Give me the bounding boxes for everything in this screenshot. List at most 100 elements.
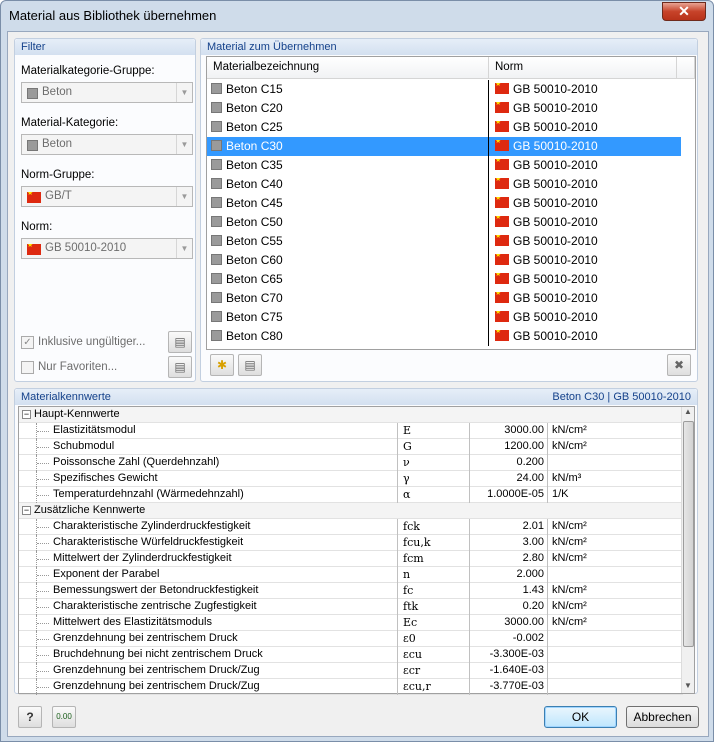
column-header-filler — [677, 57, 695, 79]
property-value[interactable]: 1.43 — [469, 583, 547, 599]
section-row[interactable]: − Haupt-Kennwerte — [19, 407, 683, 423]
norm-group-combo[interactable]: GB/T ▼ — [21, 186, 193, 207]
edit-filter-button[interactable]: ▤ — [168, 331, 192, 353]
property-value[interactable]: 0.200 — [469, 455, 547, 471]
property-row[interactable]: Grenzdehnung bei zentrischem Druck/Zug εc… — [19, 663, 683, 679]
property-unit: kN/cm² — [547, 519, 683, 535]
material-row[interactable]: Beton C55 GB 50010-2010 — [207, 232, 681, 251]
material-list[interactable]: Materialbezeichnung Norm Beton C15 GB 500… — [206, 56, 696, 350]
property-row[interactable]: Bemessungswert der Betondruckfestigkeit f… — [19, 583, 683, 599]
column-separator — [488, 232, 489, 251]
material-row[interactable]: Beton C70 GB 50010-2010 — [207, 289, 681, 308]
property-unit — [547, 631, 683, 647]
material-row[interactable]: Beton C30 GB 50010-2010 — [207, 137, 681, 156]
material-row[interactable]: Beton C50 GB 50010-2010 — [207, 213, 681, 232]
china-flag-icon — [495, 197, 509, 208]
property-row[interactable]: Temperaturdehnzahl (Wärmedehnzahl) α 1.000… — [19, 487, 683, 503]
property-row[interactable]: Grenzdehnung bei zentrischem Druck/Zug εc… — [19, 679, 683, 695]
cancel-button[interactable]: Abbrechen — [626, 706, 699, 728]
property-value[interactable]: -0.002 — [469, 631, 547, 647]
scroll-up-icon[interactable]: ▲ — [684, 407, 692, 416]
property-value[interactable]: 3000.00 — [469, 423, 547, 439]
edit-material-button[interactable]: ▤ — [238, 354, 262, 376]
material-row[interactable]: Beton C80 GB 50010-2010 — [207, 327, 681, 346]
collapse-icon[interactable]: − — [22, 506, 31, 515]
property-row[interactable]: Mittelwert des Elastizitätsmoduls Ec 3000.… — [19, 615, 683, 631]
china-flag-icon — [495, 216, 509, 227]
vertical-scrollbar[interactable]: ▲ ▼ — [681, 407, 694, 693]
property-value[interactable]: 1200.00 — [469, 439, 547, 455]
property-value[interactable]: -3.770E-03 — [469, 679, 547, 695]
help-button[interactable]: ? — [18, 706, 42, 728]
new-material-button[interactable]: ✱ — [210, 354, 234, 376]
tree-branch — [37, 543, 49, 544]
material-row[interactable]: Beton C25 GB 50010-2010 — [207, 118, 681, 137]
help-icon: ? — [26, 710, 34, 724]
section-title: Haupt-Kennwerte — [34, 408, 120, 420]
material-row[interactable]: Beton C20 GB 50010-2010 — [207, 99, 681, 118]
property-unit: kN/cm² — [547, 439, 683, 455]
edit-icon: ▤ — [244, 358, 256, 372]
property-row[interactable]: Bruchdehnung bei nicht zentrischem Druck… — [19, 647, 683, 663]
chevron-down-icon: ▼ — [176, 83, 192, 102]
property-row[interactable]: Exponent der Parabel n 2.000 — [19, 567, 683, 583]
material-norm: GB 50010-2010 — [513, 139, 598, 153]
edit-favorites-button[interactable]: ▤ — [168, 356, 192, 378]
section-row[interactable]: − Zusätzliche Kennwerte — [19, 503, 683, 519]
property-unit — [547, 679, 683, 695]
scroll-thumb[interactable] — [683, 421, 694, 647]
material-name: Beton C80 — [226, 329, 283, 343]
collapse-icon[interactable]: − — [22, 410, 31, 419]
property-row[interactable]: Charakteristische Zylinderdruckfestigkei… — [19, 519, 683, 535]
property-row[interactable]: Grenzdehnung bei zentrischem Druck ε0 -0.0… — [19, 631, 683, 647]
concrete-swatch-icon — [211, 254, 222, 265]
property-value[interactable]: 24.00 — [469, 471, 547, 487]
property-value[interactable]: 1.0000E-05 — [469, 487, 547, 503]
material-row[interactable]: Beton C75 GB 50010-2010 — [207, 308, 681, 327]
property-name: Charakteristische Zylinderdruckfestigkei… — [53, 520, 251, 532]
norm-combo[interactable]: GB 50010-2010 ▼ — [21, 238, 193, 259]
property-value[interactable]: 2.80 — [469, 551, 547, 567]
units-button[interactable]: 0.00 — [52, 706, 76, 728]
property-value[interactable]: 2.01 — [469, 519, 547, 535]
group-combo[interactable]: Beton ▼ — [21, 82, 193, 103]
china-flag-icon — [495, 159, 509, 170]
concrete-swatch-icon — [27, 88, 38, 99]
property-value[interactable]: 3.00 — [469, 535, 547, 551]
property-name: Elastizitätsmodul — [53, 424, 136, 436]
property-unit — [547, 647, 683, 663]
property-value[interactable]: 0.20 — [469, 599, 547, 615]
close-button[interactable]: ✕ — [662, 2, 706, 21]
filter-group: Filter Materialkategorie-Gruppe: Beton ▼… — [14, 38, 196, 382]
property-row[interactable]: Charakteristische Würfeldruckfestigkeit f… — [19, 535, 683, 551]
property-row[interactable]: Poissonsche Zahl (Querdehnzahl) ν 0.200 — [19, 455, 683, 471]
material-row[interactable]: Beton C45 GB 50010-2010 — [207, 194, 681, 213]
material-row[interactable]: Beton C60 GB 50010-2010 — [207, 251, 681, 270]
property-row[interactable]: Mittelwert der Zylinderdruckfestigkeit fc… — [19, 551, 683, 567]
property-value[interactable]: 3000.00 — [469, 615, 547, 631]
category-combo[interactable]: Beton ▼ — [21, 134, 193, 155]
material-row[interactable]: Beton C65 GB 50010-2010 — [207, 270, 681, 289]
property-symbol: fck — [397, 519, 468, 535]
material-norm: GB 50010-2010 — [513, 82, 598, 96]
material-row[interactable]: Beton C35 GB 50010-2010 — [207, 156, 681, 175]
property-value[interactable]: -1.640E-03 — [469, 663, 547, 679]
delete-material-button[interactable]: ✖ — [667, 354, 691, 376]
material-row[interactable]: Beton C15 GB 50010-2010 — [207, 80, 681, 99]
tree-branch — [37, 639, 49, 640]
property-value[interactable]: -3.300E-03 — [469, 647, 547, 663]
column-header-norm[interactable]: Norm — [489, 57, 677, 79]
properties-table[interactable]: − Haupt-Kennwerte Elastizitätsmodul E 3000.0… — [18, 406, 695, 695]
ok-button[interactable]: OK — [544, 706, 617, 728]
scroll-down-icon[interactable]: ▼ — [684, 681, 692, 690]
material-norm: GB 50010-2010 — [513, 120, 598, 134]
property-row[interactable]: Spezifisches Gewicht γ 24.00 kN/m³ — [19, 471, 683, 487]
property-row[interactable]: Schubmodul G 1200.00 kN/cm² — [19, 439, 683, 455]
property-name: Poissonsche Zahl (Querdehnzahl) — [53, 456, 220, 468]
material-row[interactable]: Beton C40 GB 50010-2010 — [207, 175, 681, 194]
property-value[interactable]: 2.000 — [469, 567, 547, 583]
checkbox-empty — [21, 361, 34, 374]
property-row[interactable]: Elastizitätsmodul E 3000.00 kN/cm² — [19, 423, 683, 439]
property-row[interactable]: Charakteristische zentrische Zugfestigke… — [19, 599, 683, 615]
column-header-name[interactable]: Materialbezeichnung — [207, 57, 489, 79]
